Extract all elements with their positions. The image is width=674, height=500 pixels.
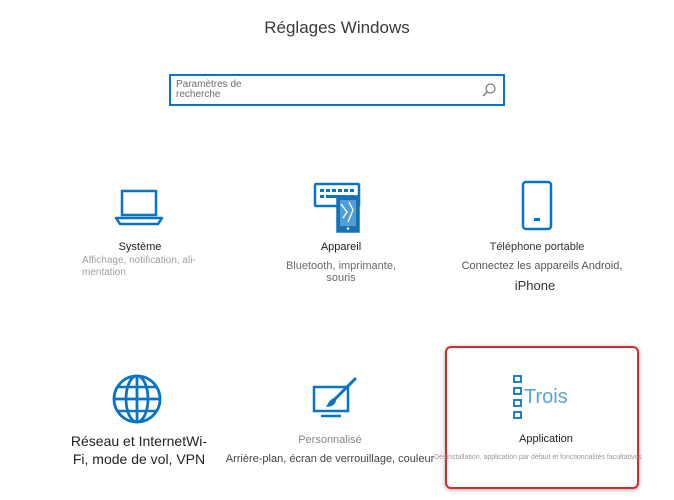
tile-description-extra: iPhone — [514, 278, 556, 293]
phone-icon — [521, 180, 553, 231]
tile-devices[interactable]: Appareil Bluetooth, imprimante, souris — [270, 180, 412, 284]
tile-personalization[interactable]: Personnalisé Arrière-plan, écran de verr… — [215, 375, 445, 475]
tile-description: Connectez les appareils Android, — [461, 260, 623, 272]
search-icon[interactable] — [481, 82, 497, 98]
tile-label: Personnalisé — [298, 434, 362, 446]
paint-brush-icon — [312, 377, 357, 418]
tile-apps[interactable]: Trois Application Désinstallation, appli… — [420, 372, 668, 472]
laptop-icon — [114, 189, 164, 226]
tile-description: Arrière-plan, écran de verrouillage, cou… — [225, 453, 435, 465]
tile-description: Bluetooth, imprimante, souris — [285, 260, 397, 284]
tile-network[interactable]: Réseau et InternetWi-Fi, mode de vol, VP… — [60, 370, 220, 470]
tile-label: Réseau et InternetWi-Fi, mode de vol, VP… — [70, 433, 208, 467]
tile-description: Désinstallation, application par défaut … — [434, 454, 642, 461]
search-input[interactable]: Paramètres de recherche — [169, 74, 505, 106]
app-list-icon — [513, 375, 522, 419]
app-icon-text: Trois — [524, 386, 568, 408]
tile-label: Téléphone portable — [489, 241, 585, 253]
tile-label: Système — [118, 241, 162, 253]
tile-label: Application — [519, 433, 573, 445]
tile-phone[interactable]: Téléphone portable Connectez les apparei… — [462, 180, 622, 295]
settings-page: Réglages Windows Paramètres de recherche… — [0, 0, 674, 500]
tile-label: Appareil — [320, 241, 362, 253]
page-title: Réglages Windows — [264, 18, 410, 37]
tile-system[interactable]: Système Affichage, notification, ali- me… — [70, 180, 210, 280]
tile-description: Affichage, notification, ali- mentation — [82, 255, 196, 278]
search-placeholder: Paramètres de recherche — [176, 79, 242, 100]
globe-icon — [112, 374, 162, 424]
keyboard-device-icon — [313, 182, 361, 233]
